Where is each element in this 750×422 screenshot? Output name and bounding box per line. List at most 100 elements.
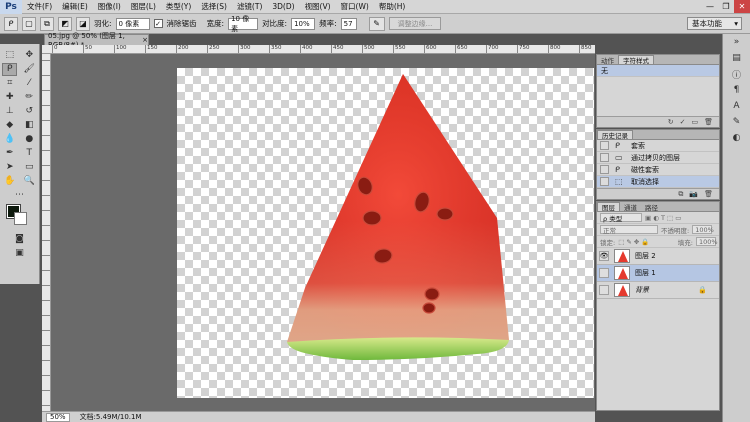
brush-tool-icon[interactable]: ✏ — [22, 91, 37, 104]
blend-mode-select[interactable]: 正常 — [600, 225, 658, 235]
menu-view[interactable]: 视图(V) — [300, 1, 336, 12]
paint-bucket-icon[interactable]: ◧ — [22, 119, 37, 132]
history-checkbox[interactable] — [600, 141, 609, 150]
move-tool-icon[interactable]: ✥ — [22, 49, 37, 62]
check-icon[interactable]: ✓ — [680, 118, 686, 126]
shape-tool-icon[interactable]: ▭ — [22, 161, 37, 174]
character-icon[interactable]: A — [723, 98, 750, 114]
opacity-input[interactable]: 100% — [692, 225, 714, 234]
contrast-input[interactable]: 10% — [291, 17, 316, 30]
tab-paths[interactable]: 路径 — [641, 202, 662, 212]
workspace-select[interactable]: 基本功能 ▾ — [687, 17, 742, 30]
tab-layers[interactable]: 图层 — [597, 202, 620, 212]
layer-filter-select[interactable]: ρ 类型 — [600, 213, 642, 223]
menu-image[interactable]: 图像(I) — [93, 1, 126, 12]
menu-filter[interactable]: 滤镜(T) — [232, 1, 267, 12]
path-select-icon[interactable]: ➤ — [2, 161, 17, 174]
menu-window[interactable]: 窗口(W) — [336, 1, 374, 12]
menu-help[interactable]: 帮助(H) — [374, 1, 411, 12]
close-icon[interactable]: × — [142, 36, 148, 44]
eye-icon[interactable] — [599, 268, 609, 278]
camera-icon[interactable]: 📷 — [689, 190, 698, 198]
type-tool-icon[interactable]: T — [22, 147, 37, 160]
eye-icon[interactable]: 👁 — [599, 251, 609, 261]
history-checkbox[interactable] — [600, 177, 609, 186]
healing-brush-icon[interactable]: ✚ — [2, 91, 17, 104]
brush-preset-icon[interactable]: ✎ — [723, 114, 750, 130]
collapse-icon[interactable]: » — [723, 34, 750, 50]
fill-input[interactable]: 100% — [696, 237, 718, 246]
zoom-tool-icon[interactable]: 🔍 — [22, 175, 37, 188]
pen-tool-icon[interactable]: ✒ — [2, 147, 17, 160]
document-size-info[interactable]: 文档:5.49M/10.1M — [80, 412, 142, 422]
history-checkbox[interactable] — [600, 153, 609, 162]
document-canvas[interactable] — [177, 68, 594, 398]
restore-button[interactable]: ❐ — [718, 0, 734, 13]
histogram-icon[interactable]: ▤ — [723, 50, 750, 66]
history-checkbox[interactable] — [600, 165, 609, 174]
tab-channels[interactable]: 通道 — [620, 202, 641, 212]
add-selection-icon[interactable]: ⧉ — [40, 16, 54, 31]
history-item[interactable]: ▭ 通过拷贝的图层 — [597, 152, 719, 164]
history-item[interactable]: ⬚ 取消选择 — [597, 176, 719, 188]
history-item[interactable]: ᑭ 套索 — [597, 140, 719, 152]
hand-tool-icon[interactable]: ✋ — [2, 175, 17, 188]
eye-icon[interactable] — [599, 285, 609, 295]
dodge-tool-icon[interactable]: ● — [22, 133, 37, 146]
lasso-tool-preset-icon[interactable]: ᑭ — [4, 16, 18, 31]
trash-icon[interactable]: 🗑 — [704, 190, 713, 198]
menu-type[interactable]: 类型(Y) — [161, 1, 196, 12]
feather-input[interactable]: 0 像素 — [115, 17, 150, 30]
more-tools-icon[interactable]: ⋯ — [12, 189, 27, 202]
layer-row[interactable]: 图层 1 — [597, 265, 719, 282]
clone-stamp-icon[interactable]: ⊥ — [2, 105, 17, 118]
background-color-swatch[interactable] — [14, 212, 27, 225]
lock-icons[interactable]: ⬚ ✎ ✥ 🔒 — [618, 238, 649, 246]
menu-3d[interactable]: 3D(D) — [267, 2, 299, 11]
pen-pressure-icon[interactable]: ✎ — [368, 16, 385, 31]
antialias-checkbox[interactable]: ✓ — [153, 19, 163, 28]
info-icon[interactable]: ⓘ — [723, 66, 750, 82]
filter-icons[interactable]: ▣ ◐ T ⬚ ▭ — [645, 214, 681, 222]
layer-name[interactable]: 图层 2 — [635, 251, 656, 261]
layer-name[interactable]: 背景 — [635, 285, 649, 295]
trash-icon[interactable]: 🗑 — [704, 118, 713, 126]
menu-edit[interactable]: 编辑(E) — [57, 1, 93, 12]
blur-tool-icon[interactable]: 💧 — [2, 133, 17, 146]
screen-mode-icon[interactable]: ▣ — [12, 247, 27, 260]
tab-character-styles[interactable]: 字符样式 — [618, 55, 654, 65]
frequency-input[interactable]: 57 — [340, 17, 357, 30]
intersect-selection-icon[interactable]: ◪ — [76, 16, 90, 31]
menu-layer[interactable]: 图层(L) — [126, 1, 161, 12]
width-input[interactable]: 10 像素 — [228, 15, 259, 33]
eyedropper-tool-icon[interactable]: ⁄ — [22, 77, 37, 90]
style-item-none[interactable]: 无 — [597, 65, 719, 77]
adjustments-icon[interactable]: ◐ — [723, 130, 750, 146]
history-item[interactable]: ᑭ 磁性套索 — [597, 164, 719, 176]
minimize-button[interactable]: — — [702, 0, 718, 13]
refresh-icon[interactable]: ↻ — [668, 118, 674, 126]
tab-actions[interactable]: 动作 — [597, 55, 618, 65]
quick-select-tool-icon[interactable]: 🖌 — [22, 63, 37, 76]
close-button[interactable]: ✕ — [734, 0, 750, 13]
tab-history[interactable]: 历史记录 — [597, 130, 633, 140]
new-style-icon[interactable]: ▭ — [691, 118, 698, 126]
layer-name[interactable]: 图层 1 — [635, 268, 656, 278]
layer-row[interactable]: 背景 🔒 — [597, 282, 719, 299]
new-selection-icon[interactable]: ▢ — [22, 16, 36, 31]
eraser-tool-icon[interactable]: ◆ — [2, 119, 17, 132]
refine-edge-button[interactable]: 调整边缘... — [388, 17, 442, 30]
history-brush-icon[interactable]: ↺ — [22, 105, 37, 118]
crop-tool-icon[interactable]: ⌗ — [2, 77, 17, 90]
marquee-tool-icon[interactable]: ⬚ — [2, 49, 17, 62]
zoom-level-field[interactable]: 50% — [46, 412, 70, 422]
menu-file[interactable]: 文件(F) — [22, 1, 57, 12]
subtract-selection-icon[interactable]: ◩ — [58, 16, 72, 31]
layer-row[interactable]: 👁 图层 2 — [597, 248, 719, 265]
quick-mask-icon[interactable]: ◙ — [12, 233, 27, 246]
lasso-tool-icon[interactable]: ᑭ — [2, 62, 18, 76]
new-document-icon[interactable]: ⧉ — [678, 190, 683, 199]
document-tab[interactable]: 05.jpg @ 50% (图层 1, RGB/8#) * × — [44, 32, 149, 49]
paragraph-icon[interactable]: ¶ — [723, 82, 750, 98]
menu-select[interactable]: 选择(S) — [196, 1, 232, 12]
